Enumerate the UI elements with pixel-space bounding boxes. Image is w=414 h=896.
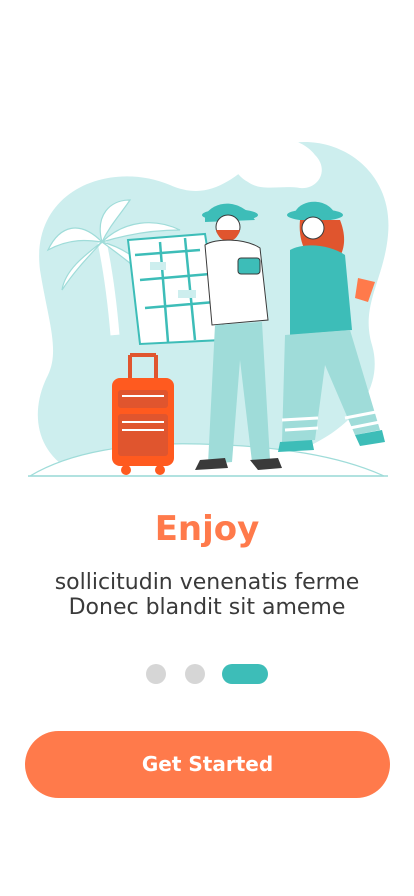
subtitle-line-1: sollicitudin venenatis ferme bbox=[54, 570, 360, 595]
pagination-dot-active[interactable] bbox=[222, 664, 268, 684]
onboarding-title: Enjoy bbox=[154, 509, 260, 549]
pagination-dot[interactable] bbox=[146, 664, 166, 684]
get-started-button[interactable]: Get Started bbox=[25, 731, 390, 798]
pagination-dots bbox=[0, 663, 414, 684]
pagination-dot[interactable] bbox=[185, 664, 205, 684]
travel-couple-illustration bbox=[27, 137, 389, 477]
subtitle-line-2: Donec blandit sit ameme bbox=[68, 595, 346, 620]
onboarding-subtitle: sollicitudin venenatis ferme Donec bland… bbox=[20, 570, 394, 620]
